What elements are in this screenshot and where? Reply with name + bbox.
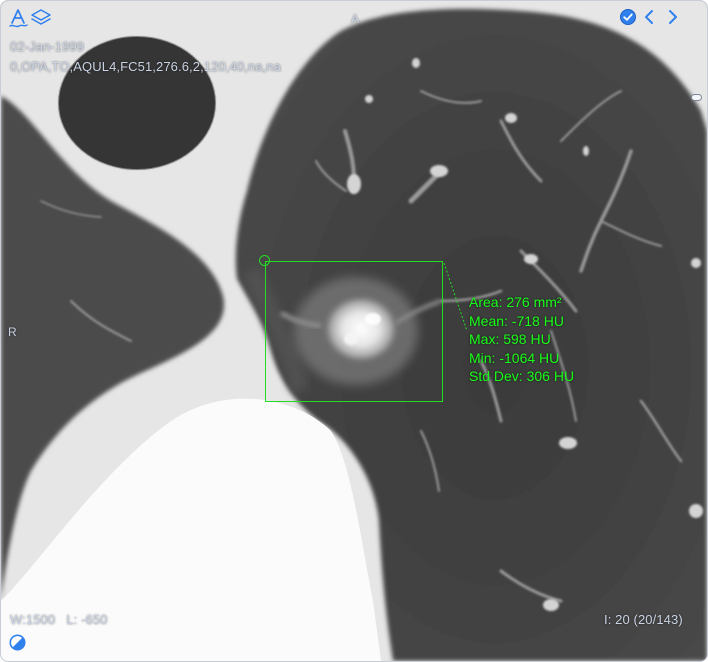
study-date: 02-Jan-1999 bbox=[10, 39, 85, 54]
window-level-value: -650 bbox=[81, 612, 108, 627]
orientation-top-label: A bbox=[351, 12, 360, 26]
roi-max: Max: 598 HU bbox=[469, 331, 551, 347]
image-index-value: 20 (20/143) bbox=[615, 612, 683, 627]
chevron-right-icon[interactable] bbox=[665, 8, 681, 26]
roi-mean: Mean: -718 HU bbox=[469, 312, 564, 329]
image-index: I: 20 (20/143) bbox=[604, 612, 683, 627]
window-level: W:1500 L: -650 bbox=[10, 612, 108, 627]
slice-scroll-handle[interactable] bbox=[691, 94, 702, 101]
annotation-tool-icon[interactable] bbox=[7, 7, 29, 29]
study-parameters: 0,OPA,TO,AQUL4,FC51,276.6,2,120,40,na,na bbox=[10, 59, 281, 74]
layers-icon[interactable] bbox=[30, 8, 52, 28]
roi-handle[interactable] bbox=[259, 255, 270, 266]
window-width-label: W: bbox=[10, 612, 26, 627]
roi-std-dev: Std Dev: 306 HU bbox=[469, 368, 575, 384]
chevron-left-icon[interactable] bbox=[642, 8, 658, 26]
orientation-left-label: R bbox=[8, 325, 17, 339]
roi-area: Area: 276 mm² bbox=[469, 294, 562, 310]
window-level-label: L: bbox=[66, 612, 78, 627]
window-width-value: 1500 bbox=[25, 612, 56, 627]
image-viewport[interactable]: Area: 276 mm² Mean: -718 HU Max: 598 HU … bbox=[0, 0, 708, 662]
contrast-icon[interactable] bbox=[9, 634, 26, 651]
check-circle-icon[interactable] bbox=[619, 8, 637, 26]
image-index-label: I: bbox=[604, 612, 612, 627]
roi-rectangle[interactable] bbox=[265, 261, 443, 402]
roi-statistics: Area: 276 mm² Mean: -718 HU Max: 598 HU … bbox=[469, 293, 574, 386]
roi-min: Min: -1064 HU bbox=[469, 349, 560, 366]
